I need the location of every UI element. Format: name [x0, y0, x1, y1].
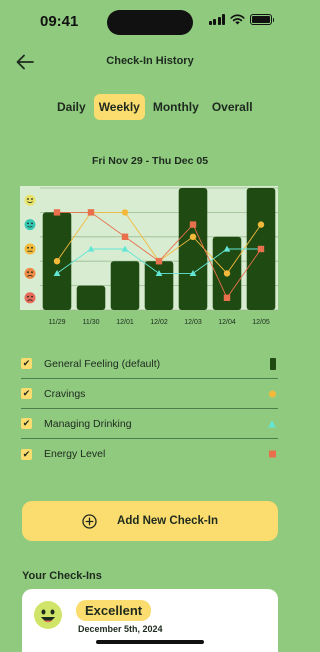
- check-in-date: December 5th, 2024: [78, 624, 163, 634]
- chart-bar: [178, 188, 208, 310]
- cellular-signal-icon: [208, 14, 225, 25]
- plus-circle-icon: [82, 513, 97, 529]
- square-marker-icon: [269, 450, 276, 458]
- tab-monthly[interactable]: Monthly: [148, 94, 204, 120]
- x-tick-label: 12/02: [150, 319, 168, 326]
- x-tick-label: 11/29: [49, 319, 66, 326]
- data-point: [121, 209, 129, 216]
- triangle-marker-icon: [268, 420, 276, 427]
- x-tick-label: 12/03: [184, 319, 202, 326]
- status-bar: 09:41: [0, 0, 300, 44]
- tab-overall[interactable]: Overall: [207, 94, 258, 120]
- checkbox-checked[interactable]: ✔: [21, 388, 32, 399]
- period-tabs: Daily Weekly Monthly Overall: [52, 94, 258, 120]
- x-tick-label: 11/30: [83, 319, 100, 326]
- chart-bar: [76, 285, 106, 310]
- data-point: [223, 294, 231, 301]
- add-check-in-label: Add New Check-In: [117, 515, 218, 527]
- checkbox-checked[interactable]: ✔: [21, 448, 32, 460]
- legend-item-energy-level[interactable]: ✔ Energy Level: [21, 439, 278, 469]
- data-point: [121, 233, 129, 240]
- home-indicator: [96, 640, 204, 644]
- data-point: [53, 209, 61, 216]
- legend-label: General Feeling (default): [44, 357, 161, 370]
- wifi-icon: [230, 14, 245, 25]
- data-point: [189, 233, 197, 240]
- check-in-chart: 11/29 11/30 12/01 12/02 12/03 12/04 12/05: [20, 186, 278, 326]
- chart-legend: ✔ General Feeling (default) ✔ Cravings ✔…: [21, 349, 278, 469]
- mood-good-icon: [24, 219, 36, 231]
- data-point: [223, 270, 231, 277]
- data-point: [87, 209, 95, 216]
- legend-item-cravings[interactable]: ✔ Cravings: [21, 379, 278, 409]
- checkbox-checked[interactable]: ✔: [21, 358, 32, 369]
- data-point: [257, 245, 265, 253]
- bar-marker-icon: [270, 357, 276, 370]
- date-range: Fri Nov 29 - Thu Dec 05: [91, 155, 209, 167]
- rating-badge: Excellent: [76, 600, 152, 621]
- battery-icon: [250, 14, 274, 25]
- nav-bar: Check-In History: [0, 50, 300, 74]
- status-icons: [208, 14, 274, 25]
- tab-daily[interactable]: Daily: [52, 94, 91, 120]
- legend-item-managing-drinking[interactable]: ✔ Managing Drinking: [21, 409, 278, 439]
- mood-excellent-icon: [24, 194, 36, 206]
- x-tick-label: 12/01: [116, 319, 134, 326]
- mood-okay-icon: [24, 243, 36, 255]
- circle-marker-icon: [269, 390, 276, 397]
- x-tick-label: 12/05: [252, 319, 270, 326]
- mood-bad-icon: [24, 292, 36, 304]
- x-tick-label: 12/04: [218, 319, 236, 326]
- data-point: [53, 258, 61, 265]
- data-point: [257, 221, 265, 228]
- page-title: Check-In History: [106, 55, 194, 67]
- mood-poor-icon: [24, 267, 36, 279]
- chart-bar: [144, 261, 174, 310]
- dynamic-island: [107, 10, 193, 35]
- legend-label: Energy Level: [44, 448, 106, 460]
- add-check-in-button[interactable]: Add New Check-In: [22, 501, 278, 541]
- excellent-face-icon: [34, 601, 62, 629]
- chart-bar: [110, 261, 140, 310]
- section-title: Your Check-Ins: [22, 570, 102, 582]
- data-point: [155, 258, 163, 265]
- legend-label: Managing Drinking: [44, 417, 132, 430]
- legend-item-general-feeling[interactable]: ✔ General Feeling (default): [21, 349, 278, 379]
- legend-label: Cravings: [44, 387, 86, 400]
- checkbox-checked[interactable]: ✔: [21, 418, 32, 429]
- tab-weekly[interactable]: Weekly: [93, 94, 145, 120]
- status-time: 09:41: [40, 13, 79, 30]
- data-point: [189, 221, 197, 228]
